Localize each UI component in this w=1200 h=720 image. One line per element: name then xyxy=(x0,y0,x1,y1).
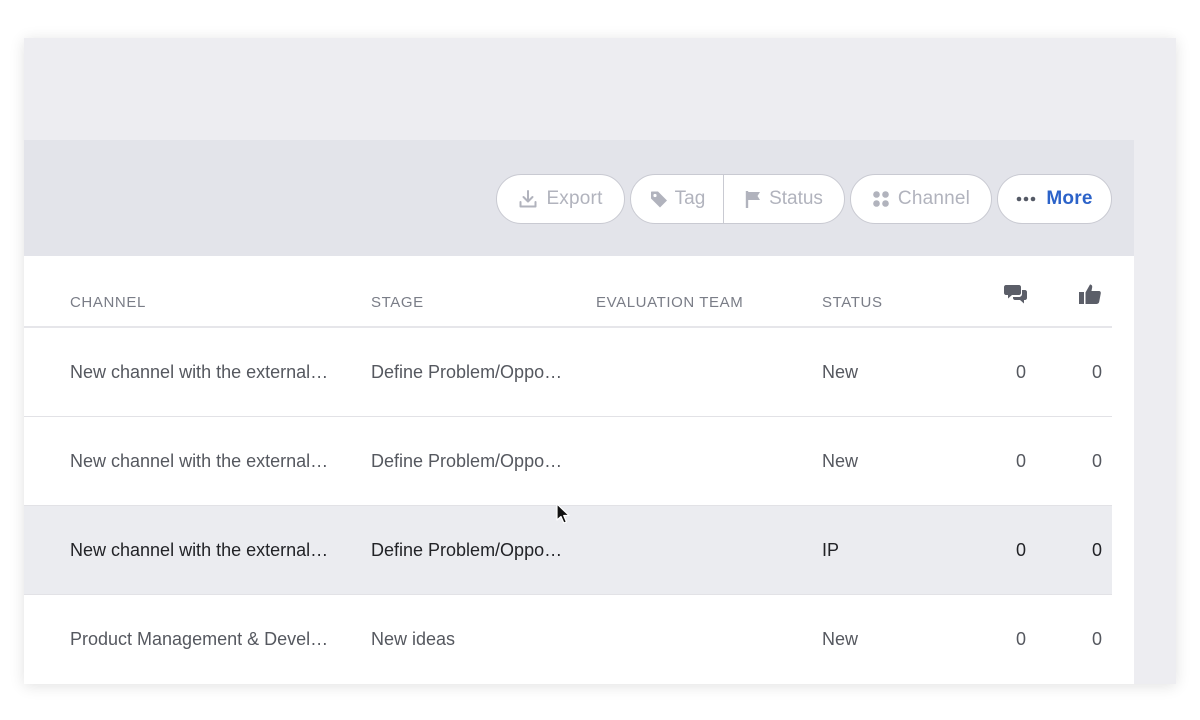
thumbs-up-icon[interactable] xyxy=(1078,282,1102,311)
cell-comments-count: 0 xyxy=(1015,361,1026,382)
export-label: Export xyxy=(546,188,603,209)
cell-stage: New ideas xyxy=(371,629,456,649)
tag-button[interactable]: Tag xyxy=(631,175,724,223)
cell-likes-count: 0 xyxy=(1091,539,1102,560)
download-icon xyxy=(518,189,538,209)
cell-stage: Define Problem/Oppo… xyxy=(371,450,563,471)
mouse-cursor-icon xyxy=(556,503,570,524)
status-label: Status xyxy=(769,188,823,209)
cell-likes-count: 0 xyxy=(1091,450,1102,471)
cell-stage: Define Problem/Oppo… xyxy=(371,361,563,382)
more-button[interactable]: More xyxy=(997,174,1112,224)
grid-dots-icon xyxy=(872,190,890,208)
cell-channel: New channel with the external… xyxy=(70,539,329,560)
channel-label: Channel xyxy=(897,188,971,209)
table-row[interactable]: New channel with the external… Define Pr… xyxy=(24,328,1112,417)
cell-comments-count: 0 xyxy=(1015,539,1026,560)
tag-icon xyxy=(649,189,669,209)
bulk-actions-toolbar: Export Tag Status Channel More xyxy=(24,140,1134,256)
cell-comments-count: 0 xyxy=(1015,450,1026,471)
cell-likes-count: 0 xyxy=(1091,629,1102,649)
cell-stage: Define Problem/Oppo… xyxy=(371,539,563,560)
column-header-status[interactable]: STATUS xyxy=(822,294,883,311)
cell-channel: New channel with the external… xyxy=(70,361,329,382)
cell-channel: Product Management & Devel… xyxy=(70,629,329,649)
column-header-stage[interactable]: STAGE xyxy=(371,294,424,311)
cell-status: IP xyxy=(822,539,840,560)
more-label: More xyxy=(1046,188,1093,209)
ellipsis-icon xyxy=(1016,196,1036,202)
column-header-evaluation-team[interactable]: EVALUATION TEAM xyxy=(596,294,743,311)
cell-status: New xyxy=(822,450,859,471)
export-button[interactable]: Export xyxy=(496,174,625,224)
cell-status: New xyxy=(822,629,859,649)
table-header: CHANNEL STAGE EVALUATION TEAM STATUS xyxy=(24,256,1112,328)
column-header-channel[interactable]: CHANNEL xyxy=(70,294,146,311)
tag-label: Tag xyxy=(674,188,706,209)
comments-icon[interactable] xyxy=(1004,282,1028,311)
cell-status: New xyxy=(822,361,859,382)
ideas-panel: Export Tag Status Channel More CHANNEL S… xyxy=(24,140,1134,684)
cell-likes-count: 0 xyxy=(1091,361,1102,382)
app-window: Export Tag Status Channel More CHANNEL S… xyxy=(24,38,1176,684)
table-row[interactable]: Product Management & Devel… New ideas Ne… xyxy=(24,595,1112,684)
cell-comments-count: 0 xyxy=(1015,629,1026,649)
cell-channel: New channel with the external… xyxy=(70,450,329,471)
table-row[interactable]: New channel with the external… Define Pr… xyxy=(24,417,1112,506)
channel-button[interactable]: Channel xyxy=(850,174,992,224)
tag-status-group: Tag Status xyxy=(630,174,845,224)
status-button[interactable]: Status xyxy=(724,175,844,223)
flag-icon xyxy=(745,189,763,209)
